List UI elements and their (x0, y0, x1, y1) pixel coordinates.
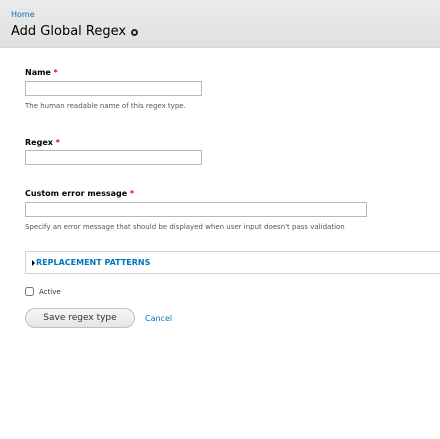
custom-error-description: Specify an error message that should be … (25, 223, 345, 231)
custom-error-input[interactable] (25, 202, 367, 217)
name-description: The human readable name of this regex ty… (25, 102, 186, 110)
custom-error-required-marker: * (129, 189, 135, 198)
replacement-patterns-details[interactable]: REPLACEMENT PATTERNS (25, 251, 440, 274)
active-checkbox[interactable] (25, 287, 34, 296)
custom-error-label: Custom error message * (25, 189, 134, 198)
page-header: Home Add Global Regex (0, 0, 440, 48)
replacement-patterns-summary[interactable]: REPLACEMENT PATTERNS (36, 258, 150, 267)
cancel-link[interactable]: Cancel (145, 314, 172, 323)
active-label[interactable]: Active (39, 288, 61, 296)
name-label: Name * (25, 68, 58, 77)
page-title: Add Global Regex (11, 24, 127, 39)
breadcrumb-home-link[interactable]: Home (11, 10, 35, 19)
regex-required-marker: * (55, 138, 60, 147)
regex-label-text: Regex (25, 138, 53, 147)
name-input[interactable] (25, 81, 202, 96)
add-shortcut-circle-icon[interactable] (131, 29, 138, 36)
save-regex-type-button[interactable]: Save regex type (25, 308, 135, 328)
regex-label: Regex * (25, 138, 60, 147)
name-label-text: Name (25, 68, 51, 77)
custom-error-label-text: Custom error message (25, 189, 128, 198)
regex-input[interactable] (25, 150, 202, 165)
triangle-right-icon (32, 260, 35, 266)
name-required-marker: * (53, 68, 58, 77)
